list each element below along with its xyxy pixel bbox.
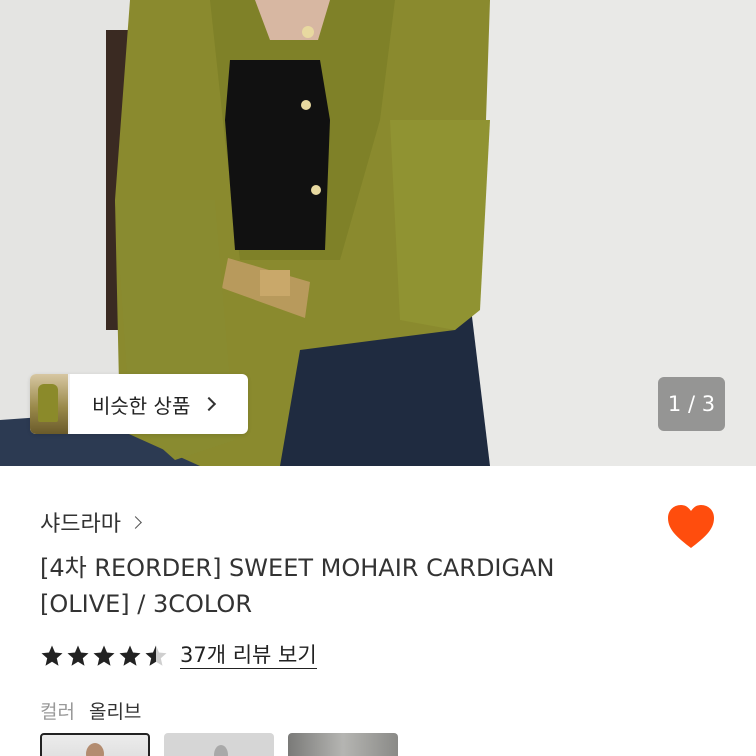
star-half-icon bbox=[145, 645, 167, 666]
similar-product-thumbnail bbox=[30, 374, 70, 434]
star-full-icon bbox=[93, 645, 115, 666]
product-title-line1: [4차 REORDER] SWEET MOHAIR CARDIGAN bbox=[40, 554, 555, 582]
star-full-icon bbox=[67, 645, 89, 666]
similar-products-label: 비슷한 상품 bbox=[92, 393, 191, 418]
product-title: [4차 REORDER] SWEET MOHAIR CARDIGAN [OLIV… bbox=[40, 550, 640, 622]
color-thumbnail[interactable] bbox=[164, 733, 274, 756]
color-thumbnail-selected[interactable] bbox=[40, 733, 150, 756]
chevron-right-icon bbox=[129, 515, 142, 529]
star-rating bbox=[40, 644, 168, 668]
color-label: 컬러 bbox=[40, 701, 75, 723]
chevron-right-icon bbox=[202, 396, 217, 412]
star-full-icon bbox=[41, 645, 63, 666]
product-image-carousel[interactable]: 비슷한 상품 1 / 3 bbox=[0, 0, 756, 466]
color-value: 올리브 bbox=[88, 701, 142, 723]
product-title-line2: [OLIVE] / 3COLOR bbox=[40, 590, 252, 618]
review-link[interactable]: 37개 리뷰 보기 bbox=[180, 642, 317, 669]
star-full-icon bbox=[119, 645, 141, 666]
color-thumbnail[interactable] bbox=[288, 733, 398, 756]
brand-name: 샤드라마 bbox=[40, 512, 121, 537]
image-page-indicator: 1 / 3 bbox=[658, 377, 725, 431]
color-thumbnails bbox=[40, 733, 398, 756]
similar-products-button[interactable]: 비슷한 상품 bbox=[30, 374, 248, 434]
brand-link[interactable]: 샤드라마 bbox=[40, 506, 142, 538]
rating-row: 37개 리뷰 보기 bbox=[40, 642, 317, 669]
color-option-row: 컬러 올리브 bbox=[40, 697, 141, 724]
heart-icon[interactable] bbox=[666, 504, 716, 550]
